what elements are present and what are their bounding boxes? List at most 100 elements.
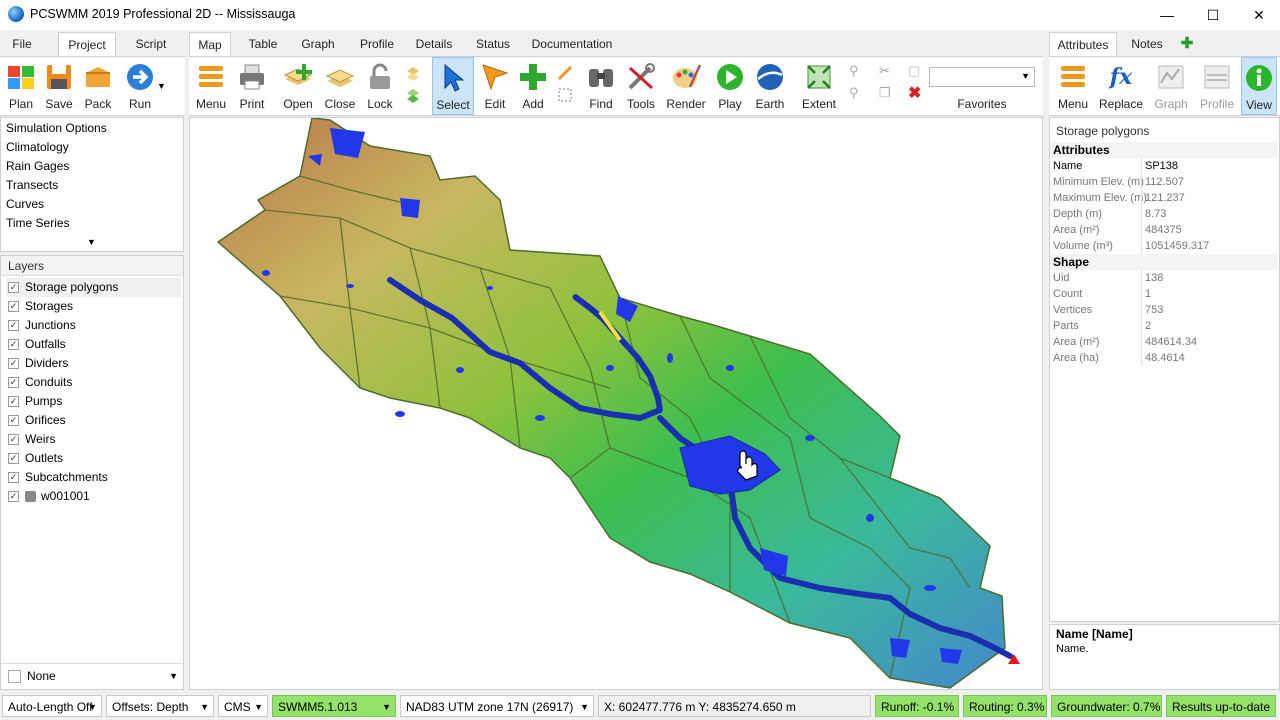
item-simulation-options[interactable]: Simulation Options [6,119,107,138]
render-button[interactable]: Render [664,57,708,115]
tab-status[interactable]: Status [471,32,515,56]
attribute-value[interactable]: 484614.34 [1145,334,1197,350]
run-dropdown-icon[interactable]: ▼ [157,81,166,91]
plan-button[interactable]: Plan [2,57,40,115]
attribute-value[interactable]: 1 [1145,286,1151,302]
groundwater-status[interactable]: Groundwater: 0.7% [1051,695,1162,717]
attribute-value[interactable]: 138 [1145,270,1163,286]
attr-graph-button[interactable]: Graph [1149,57,1193,115]
zoom-in-icon[interactable]: ⚲ [849,63,865,79]
attribute-row[interactable]: Area (m²) 484375 [1050,222,1278,238]
attribute-row[interactable]: Name SP138 [1050,158,1278,174]
runoff-status[interactable]: Runoff: -0.1% [875,695,959,717]
add-tool-button[interactable]: Add [513,57,553,115]
attribute-row[interactable]: Vertices 753 [1050,302,1278,318]
layer-item[interactable]: ✓ Storages [6,297,181,316]
layer-item[interactable]: ✓ Subcatchments [6,468,181,487]
tab-graph[interactable]: Graph [295,32,341,56]
delete-icon[interactable]: ✖ [908,83,924,102]
attribute-row[interactable]: Parts 2 [1050,318,1278,334]
layer-item[interactable]: ✓ w001001 [6,487,181,506]
attribute-value[interactable]: 2 [1145,318,1151,334]
print-button[interactable]: Print [232,57,272,115]
layer-item[interactable]: ✓ Orifices [6,411,181,430]
close-layer-button[interactable]: Close [320,57,360,115]
replace-button[interactable]: fx Replace [1097,57,1145,115]
attribute-row[interactable]: Uid 138 [1050,270,1278,286]
filter-checkbox[interactable] [8,670,21,683]
layer-filter[interactable]: None ▼ [1,663,183,689]
layer-checkbox[interactable]: ✓ [8,301,19,312]
play-button[interactable]: Play [710,57,750,115]
item-climatology[interactable]: Climatology [6,138,69,157]
layer-item[interactable]: ✓ Outfalls [6,335,181,354]
engine-dropdown[interactable]: SWMM5.1.013 ▼ [272,695,396,717]
routing-status[interactable]: Routing: 0.3% [963,695,1047,717]
tab-notes[interactable]: Notes [1125,32,1169,56]
attribute-row[interactable]: Maximum Elev. (m) 121.237 [1050,190,1278,206]
lock-button[interactable]: Lock [360,57,400,115]
attribute-row[interactable]: Area (ha) 48.4614 [1050,350,1278,366]
attribute-value[interactable]: 121.237 [1145,190,1185,206]
item-rain-gages[interactable]: Rain Gages [6,157,69,176]
attr-menu-button[interactable]: Menu [1051,57,1095,115]
tab-script[interactable]: Script [124,32,178,56]
layer-checkbox[interactable]: ✓ [8,358,19,369]
layer-checkbox[interactable]: ✓ [8,453,19,464]
attribute-row[interactable]: Depth (m) 8.73 [1050,206,1278,222]
map-menu-button[interactable]: Menu [191,57,231,115]
units-dropdown[interactable]: CMS ▼ [218,695,268,717]
layer-item[interactable]: ✓ Weirs [6,430,181,449]
tab-profile[interactable]: Profile [353,32,401,56]
minimize-button[interactable]: — [1144,0,1190,30]
layer-item[interactable]: ✓ Junctions [6,316,181,335]
layer-item[interactable]: ✓ Dividers [6,354,181,373]
attribute-value[interactable]: 8.73 [1145,206,1166,222]
offsets-dropdown[interactable]: Offsets: Depth ▼ [106,695,214,717]
maximize-button[interactable]: ☐ [1190,0,1236,30]
item-transects[interactable]: Transects [6,176,58,195]
find-button[interactable]: Find [581,57,621,115]
layer-item[interactable]: ✓ Storage polygons [6,278,181,297]
layer-item[interactable]: ✓ Outlets [6,449,181,468]
tab-project[interactable]: Project [58,32,116,56]
attribute-value[interactable]: 112.507 [1145,174,1184,190]
tab-details[interactable]: Details [411,32,457,56]
layer-item[interactable]: ✓ Pumps [6,392,181,411]
close-button[interactable]: ✕ [1236,0,1280,30]
attribute-value[interactable]: 753 [1145,302,1163,318]
tab-file[interactable]: File [0,32,44,56]
cut-icon[interactable]: ✂ [879,63,895,79]
favorites-dropdown[interactable]: ▼ [929,67,1035,87]
layer-checkbox[interactable]: ✓ [8,282,19,293]
layer-checkbox[interactable]: ✓ [8,434,19,445]
tab-table[interactable]: Table [241,32,285,56]
layer-checkbox[interactable]: ✓ [8,377,19,388]
attribute-row[interactable]: Volume (m³) 1051459.317 [1050,238,1278,254]
attribute-value[interactable]: 48.4614 [1145,350,1185,366]
layer-checkbox[interactable]: ✓ [8,491,19,502]
tab-documentation[interactable]: Documentation [529,32,615,56]
filter-dropdown-arrow-icon[interactable]: ▼ [169,671,178,681]
attribute-value[interactable]: SP138 [1145,158,1178,174]
open-layer-button[interactable]: Open [278,57,318,115]
attr-profile-button[interactable]: Profile [1195,57,1239,115]
attribute-value[interactable]: 484375 [1145,222,1182,238]
edit-tool-button[interactable]: Edit [475,57,515,115]
projection-dropdown[interactable]: NAD83 UTM zone 17N (26917) ▼ [400,695,594,717]
tools-button[interactable]: Tools [621,57,661,115]
copy-icon[interactable]: ❐ [879,85,895,101]
results-status[interactable]: Results up-to-date [1166,695,1276,717]
layer-checkbox[interactable]: ✓ [8,472,19,483]
tab-map[interactable]: Map [189,32,231,56]
add-note-icon[interactable]: ✚ [1175,32,1199,56]
paste-icon[interactable]: ▢ [908,63,924,79]
select-tool-button[interactable]: Select [432,57,474,115]
pack-button[interactable]: Pack [79,57,117,115]
item-curves[interactable]: Curves [6,195,44,214]
extent-button[interactable]: Extent [799,57,839,115]
attribute-row[interactable]: Count 1 [1050,286,1278,302]
attribute-row[interactable]: Area (m²) 484614.34 [1050,334,1278,350]
zoom-out-icon[interactable]: ⚲ [849,85,865,101]
layer-order-icon[interactable] [405,63,421,107]
